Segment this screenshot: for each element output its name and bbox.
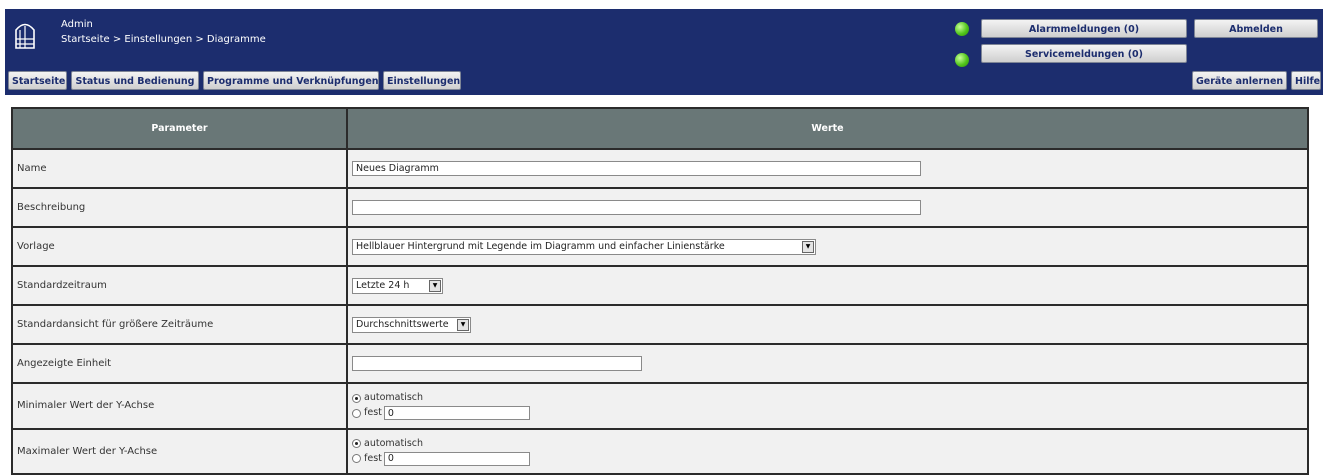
description-label: Beschreibung: [11, 187, 348, 229]
nav-programs-button[interactable]: Programme und Verknüpfungen: [203, 71, 379, 90]
nav-status-button[interactable]: Status und Bedienung: [71, 71, 199, 90]
y-max-label: Maximaler Wert der Y-Achse: [11, 427, 348, 475]
unit-input[interactable]: [352, 356, 642, 372]
default-view-label: Standardansicht für größere Zeiträume: [11, 304, 348, 346]
service-status-led-icon: [955, 53, 969, 67]
y-max-fixed-label: fest: [364, 452, 382, 464]
template-select[interactable]: Hellblauer Hintergrund mit Legende im Di…: [352, 238, 816, 255]
table-row: Standardansicht für größere Zeiträume Du…: [11, 304, 1309, 346]
default-period-select[interactable]: Letzte 24 h ▼: [352, 277, 443, 294]
y-min-fixed-label: fest: [364, 407, 382, 419]
default-view-value: Durchschnittswerte: [356, 318, 449, 330]
column-header-values: Werte: [346, 106, 1309, 151]
template-label: Vorlage: [11, 226, 348, 268]
logout-button[interactable]: Abmelden: [1194, 19, 1318, 38]
default-view-select[interactable]: Durchschnittswerte ▼: [352, 316, 471, 333]
default-period-value: Letzte 24 h: [356, 279, 410, 291]
y-min-auto-radio[interactable]: [352, 393, 361, 403]
breadcrumb: Startseite > Einstellungen > Diagramme: [61, 34, 266, 45]
dropdown-arrow-icon: ▼: [429, 279, 441, 292]
y-min-value-input[interactable]: [383, 406, 530, 421]
house-logo-icon: [15, 23, 35, 49]
y-min-auto-label: automatisch: [364, 392, 424, 404]
y-max-auto-radio[interactable]: [352, 439, 361, 449]
table-row: Minimaler Wert der Y-Achse automatisch f…: [11, 382, 1309, 430]
service-messages-button[interactable]: Servicemeldungen (0): [981, 44, 1187, 63]
user-name: Admin: [61, 19, 93, 30]
y-max-auto-label: automatisch: [364, 437, 424, 449]
table-row: Angezeigte Einheit: [11, 343, 1309, 385]
parameter-table: Parameter Werte Name Beschreibung Vorlag…: [11, 106, 1309, 475]
name-input[interactable]: [352, 161, 921, 177]
help-button[interactable]: Hilfe: [1291, 71, 1321, 90]
nav-settings-button[interactable]: Einstellungen: [383, 71, 461, 90]
dropdown-arrow-icon: ▼: [457, 318, 469, 331]
learn-devices-button[interactable]: Geräte anlernen: [1192, 71, 1287, 90]
alarm-messages-button[interactable]: Alarmmeldungen (0): [981, 19, 1187, 38]
table-row: Vorlage Hellblauer Hintergrund mit Legen…: [11, 226, 1309, 268]
column-header-parameter: Parameter: [11, 106, 348, 151]
alarm-status-led-icon: [955, 22, 969, 36]
y-min-fixed-radio[interactable]: [352, 408, 361, 418]
dropdown-arrow-icon: ▼: [802, 240, 814, 253]
name-label: Name: [11, 148, 348, 190]
unit-label: Angezeigte Einheit: [11, 343, 348, 385]
y-min-label: Minimaler Wert der Y-Achse: [11, 382, 348, 430]
default-period-label: Standardzeitraum: [11, 265, 348, 307]
description-input[interactable]: [352, 200, 921, 216]
y-max-value-input[interactable]: [383, 451, 530, 466]
table-row: Standardzeitraum Letzte 24 h ▼: [11, 265, 1309, 307]
nav-startseite-button[interactable]: Startseite: [8, 71, 67, 90]
table-row: Name: [11, 148, 1309, 190]
table-row: Beschreibung: [11, 187, 1309, 229]
template-select-value: Hellblauer Hintergrund mit Legende im Di…: [356, 240, 725, 252]
table-row: Maximaler Wert der Y-Achse automatisch f…: [11, 427, 1309, 475]
top-header: Admin Startseite > Einstellungen > Diagr…: [5, 9, 1323, 95]
y-max-fixed-radio[interactable]: [352, 454, 361, 464]
